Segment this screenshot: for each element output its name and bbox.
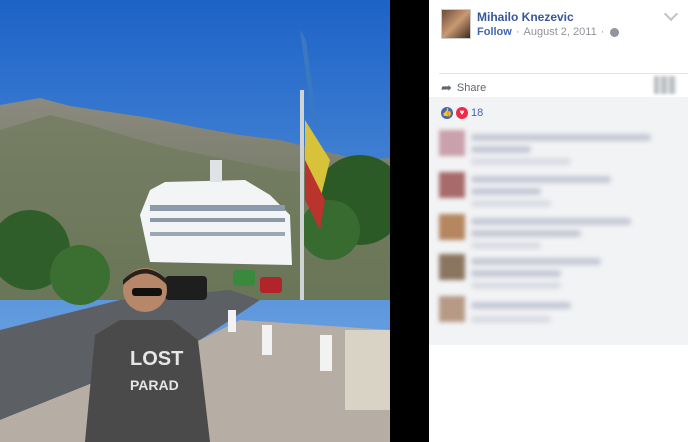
comment-meta-redacted bbox=[471, 200, 551, 207]
post-info-panel: Mihailo Knezevic Follow · August 2, 2011… bbox=[429, 0, 688, 442]
post-meta: Follow · August 2, 2011 · bbox=[477, 26, 620, 38]
comment-text-redacted bbox=[471, 230, 581, 237]
heart-icon: ♥ bbox=[456, 107, 468, 119]
chevron-down-icon[interactable] bbox=[663, 6, 679, 22]
photo-image: LOST PARAD bbox=[0, 0, 390, 442]
commenter-avatar bbox=[439, 214, 465, 240]
comment-meta-redacted bbox=[471, 282, 561, 289]
comment-item bbox=[439, 254, 679, 289]
comment-text-redacted bbox=[471, 258, 601, 265]
photo-viewer-divider bbox=[390, 0, 429, 442]
commenter-avatar bbox=[439, 254, 465, 280]
comment-meta-redacted bbox=[471, 316, 551, 323]
share-label: Share bbox=[456, 82, 487, 94]
comment-item bbox=[439, 296, 679, 330]
thumbs-up-icon: 👍 bbox=[441, 107, 453, 119]
comment-meta-redacted bbox=[471, 242, 541, 249]
comment-item bbox=[439, 172, 679, 207]
share-arrow-icon: ➦ bbox=[441, 80, 452, 95]
globe-icon bbox=[610, 27, 620, 37]
divider bbox=[439, 73, 688, 74]
svg-text:LOST: LOST bbox=[130, 348, 183, 370]
comment-text-redacted bbox=[471, 188, 541, 195]
comment-meta-redacted bbox=[471, 158, 571, 165]
comment-text-redacted bbox=[471, 176, 611, 183]
comment-text-redacted bbox=[471, 146, 531, 153]
meta-separator: · bbox=[600, 26, 605, 38]
svg-text:PARAD: PARAD bbox=[130, 377, 179, 393]
commenter-avatar bbox=[439, 130, 465, 156]
share-button[interactable]: ➦ Share bbox=[441, 80, 486, 96]
comment-item bbox=[439, 214, 679, 249]
author-avatar[interactable] bbox=[441, 9, 471, 39]
follow-button[interactable]: Follow bbox=[477, 26, 512, 38]
redacted-avatar bbox=[654, 76, 676, 94]
reactions-summary[interactable]: 👍 ♥ 18 bbox=[441, 107, 483, 119]
commenter-avatar bbox=[439, 296, 465, 322]
comment-text-redacted bbox=[471, 270, 561, 277]
comment-text-redacted bbox=[471, 134, 651, 141]
reaction-count: 18 bbox=[471, 107, 484, 119]
comment-text-redacted bbox=[471, 302, 571, 309]
post-date[interactable]: August 2, 2011 bbox=[524, 26, 597, 38]
comment-text-redacted bbox=[471, 218, 631, 225]
post-photo[interactable]: LOST PARAD bbox=[0, 0, 390, 442]
commenter-avatar bbox=[439, 172, 465, 198]
meta-separator: · bbox=[515, 26, 520, 38]
comment-item bbox=[439, 130, 679, 165]
author-name[interactable]: Mihailo Knezevic bbox=[477, 10, 574, 24]
